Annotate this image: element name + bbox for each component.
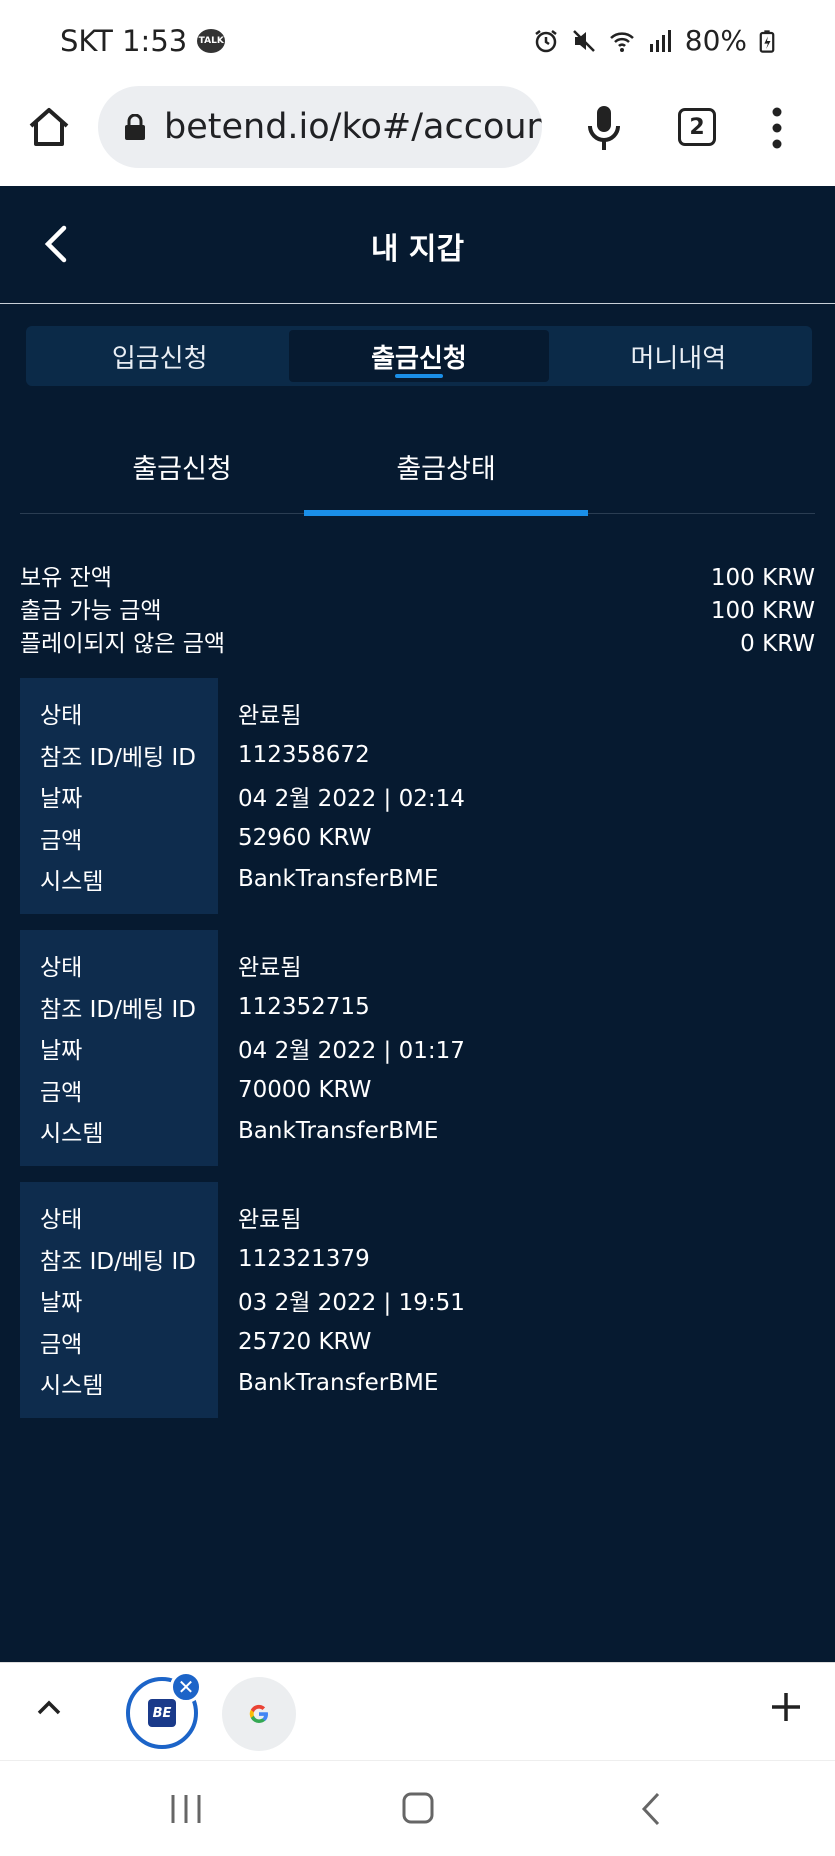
label-date: 날짜: [40, 1037, 83, 1064]
value-ref-id: 112321379: [238, 1245, 370, 1272]
record-amount-row: 금액 52960 KRW: [20, 817, 815, 858]
google-tab[interactable]: [222, 1677, 296, 1751]
kakaotalk-icon: TALK: [197, 29, 226, 53]
value-amount: 52960 KRW: [238, 824, 372, 851]
microphone-icon[interactable]: [586, 104, 622, 152]
record-amount-row: 금액 70000 KRW: [20, 1069, 815, 1110]
unplayed-value: 0 KRW: [740, 631, 815, 657]
battery-charging-icon: [759, 29, 775, 53]
label-date: 날짜: [40, 1289, 83, 1316]
mute-icon: [572, 29, 595, 52]
record-ref-row: 참조 ID/베팅 ID 112352715: [20, 986, 815, 1027]
label-amount: 금액: [40, 827, 83, 854]
value-date: 03 2월 2022 | 19:51: [238, 1289, 465, 1316]
label-system: 시스템: [40, 1120, 104, 1147]
recent-apps-icon[interactable]: [168, 1793, 204, 1825]
system-nav-bar: [0, 1760, 835, 1856]
carrier-time: SKT 1:53: [60, 24, 188, 58]
google-logo-icon: [249, 1704, 269, 1724]
subtab-withdraw-request[interactable]: 출금신청: [40, 418, 324, 514]
main-tabs: 입금신청 출금신청 머니내역: [26, 326, 812, 386]
value-status: 완료됨: [238, 1206, 302, 1233]
tab-deposit-request[interactable]: 입금신청: [30, 330, 289, 382]
url-text: betend.io/ko#/account: [164, 107, 542, 147]
value-system: BankTransferBME: [238, 1117, 439, 1144]
label-status: 상태: [40, 1206, 83, 1233]
value-date: 04 2월 2022 | 01:17: [238, 1037, 465, 1064]
value-ref-id: 112352715: [238, 993, 370, 1020]
record-date-row: 날짜 04 2월 2022 | 02:14: [20, 775, 815, 816]
value-system: BankTransferBME: [238, 865, 439, 892]
new-tab-plus-icon[interactable]: [768, 1689, 804, 1725]
record-system-row: 시스템 BankTransferBME: [20, 1362, 815, 1403]
label-system: 시스템: [40, 1372, 104, 1399]
withdrawable-label: 출금 가능 금액: [20, 598, 162, 624]
value-ref-id: 112358672: [238, 741, 370, 768]
record-status-row: 상태 완료됨: [20, 1196, 815, 1237]
record-ref-row: 참조 ID/베팅 ID 112321379: [20, 1238, 815, 1279]
label-status: 상태: [40, 954, 83, 981]
record-status-row: 상태 완료됨: [20, 692, 815, 733]
sub-tabs: 출금신청 출금상태: [20, 418, 815, 516]
record-ref-row: 참조 ID/베팅 ID 112358672: [20, 734, 815, 775]
address-bar[interactable]: betend.io/ko#/account: [98, 86, 542, 168]
chevron-up-icon[interactable]: [36, 1695, 62, 1721]
value-system: BankTransferBME: [238, 1369, 439, 1396]
signal-icon: [649, 29, 671, 52]
value-amount: 25720 KRW: [238, 1328, 372, 1355]
tab-switcher-button[interactable]: 2: [678, 108, 716, 146]
value-status: 완료됨: [238, 702, 302, 729]
betend-logo-icon: BE: [148, 1699, 176, 1727]
withdrawal-record: 상태 완료됨 참조 ID/베팅 ID 112321379 날짜 03 2월 2022 …: [20, 1182, 815, 1418]
battery-percent: 80%: [684, 24, 747, 57]
tab-money-history[interactable]: 머니내역: [549, 330, 808, 382]
more-options-icon[interactable]: [770, 106, 784, 150]
record-date-row: 날짜 03 2월 2022 | 19:51: [20, 1279, 815, 1320]
label-status: 상태: [40, 702, 83, 729]
browser-toolbar: betend.io/ko#/account 2: [0, 84, 835, 186]
back-nav-icon[interactable]: [640, 1791, 662, 1827]
home-icon[interactable]: [26, 104, 72, 150]
label-date: 날짜: [40, 785, 83, 812]
wifi-icon: [609, 31, 634, 52]
label-ref-id: 참조 ID/베팅 ID: [40, 996, 196, 1023]
home-nav-icon[interactable]: [401, 1791, 435, 1825]
lock-icon: [125, 114, 145, 140]
page-header: 내 지갑: [0, 186, 835, 304]
value-amount: 70000 KRW: [238, 1076, 372, 1103]
unplayed-row: 플레이되지 않은 금액 0 KRW: [20, 628, 815, 661]
close-tab-icon[interactable]: ✕: [170, 1671, 202, 1703]
label-ref-id: 참조 ID/베팅 ID: [40, 1248, 196, 1275]
withdrawal-record: 상태 완료됨 참조 ID/베팅 ID 112352715 날짜 04 2월 2022 …: [20, 930, 815, 1166]
unplayed-label: 플레이되지 않은 금액: [20, 631, 226, 657]
bottom-tab-strip: BE ✕: [0, 1662, 835, 1760]
alarm-icon: [535, 29, 557, 52]
value-date: 04 2월 2022 | 02:14: [238, 785, 465, 812]
subtab-withdraw-status[interactable]: 출금상태: [304, 418, 588, 516]
label-amount: 금액: [40, 1331, 83, 1358]
withdrawal-record: 상태 완료됨 참조 ID/베팅 ID 112358672 날짜 04 2월 2022 …: [20, 678, 815, 914]
record-status-row: 상태 완료됨: [20, 944, 815, 985]
balance-summary: 보유 잔액 100 KRW 출금 가능 금액 100 KRW 플레이되지 않은 …: [20, 562, 815, 661]
record-system-row: 시스템 BankTransferBME: [20, 858, 815, 899]
tab-withdraw-request[interactable]: 출금신청: [289, 330, 549, 382]
record-system-row: 시스템 BankTransferBME: [20, 1110, 815, 1151]
balance-label: 보유 잔액: [20, 565, 112, 591]
withdrawable-row: 출금 가능 금액 100 KRW: [20, 595, 815, 628]
withdrawal-records: 상태 완료됨 참조 ID/베팅 ID 112358672 날짜 04 2월 2022 …: [20, 678, 815, 1434]
record-date-row: 날짜 04 2월 2022 | 01:17: [20, 1027, 815, 1068]
status-bar: SKT 1:53 TALK 80%: [0, 0, 835, 84]
label-system: 시스템: [40, 868, 104, 895]
value-status: 완료됨: [238, 954, 302, 981]
page-title: 내 지갑: [370, 232, 465, 267]
balance-value: 100 KRW: [710, 565, 815, 591]
label-amount: 금액: [40, 1079, 83, 1106]
wallet-page: 내 지갑 입금신청 출금신청 머니내역 출금신청 출금상태 보유 잔액 100 …: [0, 186, 835, 1662]
label-ref-id: 참조 ID/베팅 ID: [40, 744, 196, 771]
withdrawable-value: 100 KRW: [710, 598, 815, 624]
balance-row: 보유 잔액 100 KRW: [20, 562, 815, 595]
record-amount-row: 금액 25720 KRW: [20, 1321, 815, 1362]
